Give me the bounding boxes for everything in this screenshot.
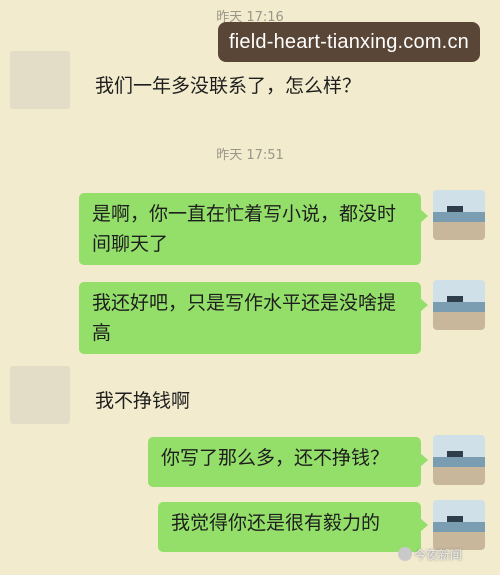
user-avatar[interactable] [433,280,485,330]
source-credit-label: 今夜新闻 [414,548,463,562]
incoming-message[interactable]: 我们一年多没联系了，怎么样？ [95,65,374,107]
contact-avatar[interactable] [10,366,70,424]
outgoing-message[interactable]: 我还好吧，只是写作水平还是没啥提高 [79,282,428,354]
timestamp: 昨天 17:51 [216,148,284,163]
source-logo-icon [398,547,412,561]
contact-avatar[interactable] [10,51,70,109]
source-credit: 今夜新闻 [398,546,462,563]
outgoing-message[interactable]: 我觉得你还是很有毅力的 [158,502,428,552]
outgoing-message[interactable]: 你写了那么多，还不挣钱？ [148,437,428,487]
user-avatar[interactable] [433,190,485,240]
outgoing-message[interactable]: 是啊，你一直在忙着写小说，都没时间聊天了 [79,193,428,265]
user-avatar[interactable] [433,435,485,485]
incoming-message[interactable]: 我不挣钱啊 [95,380,203,422]
user-avatar[interactable] [433,500,485,550]
watermark-banner: field-heart-tianxing.com.cn [218,22,480,62]
